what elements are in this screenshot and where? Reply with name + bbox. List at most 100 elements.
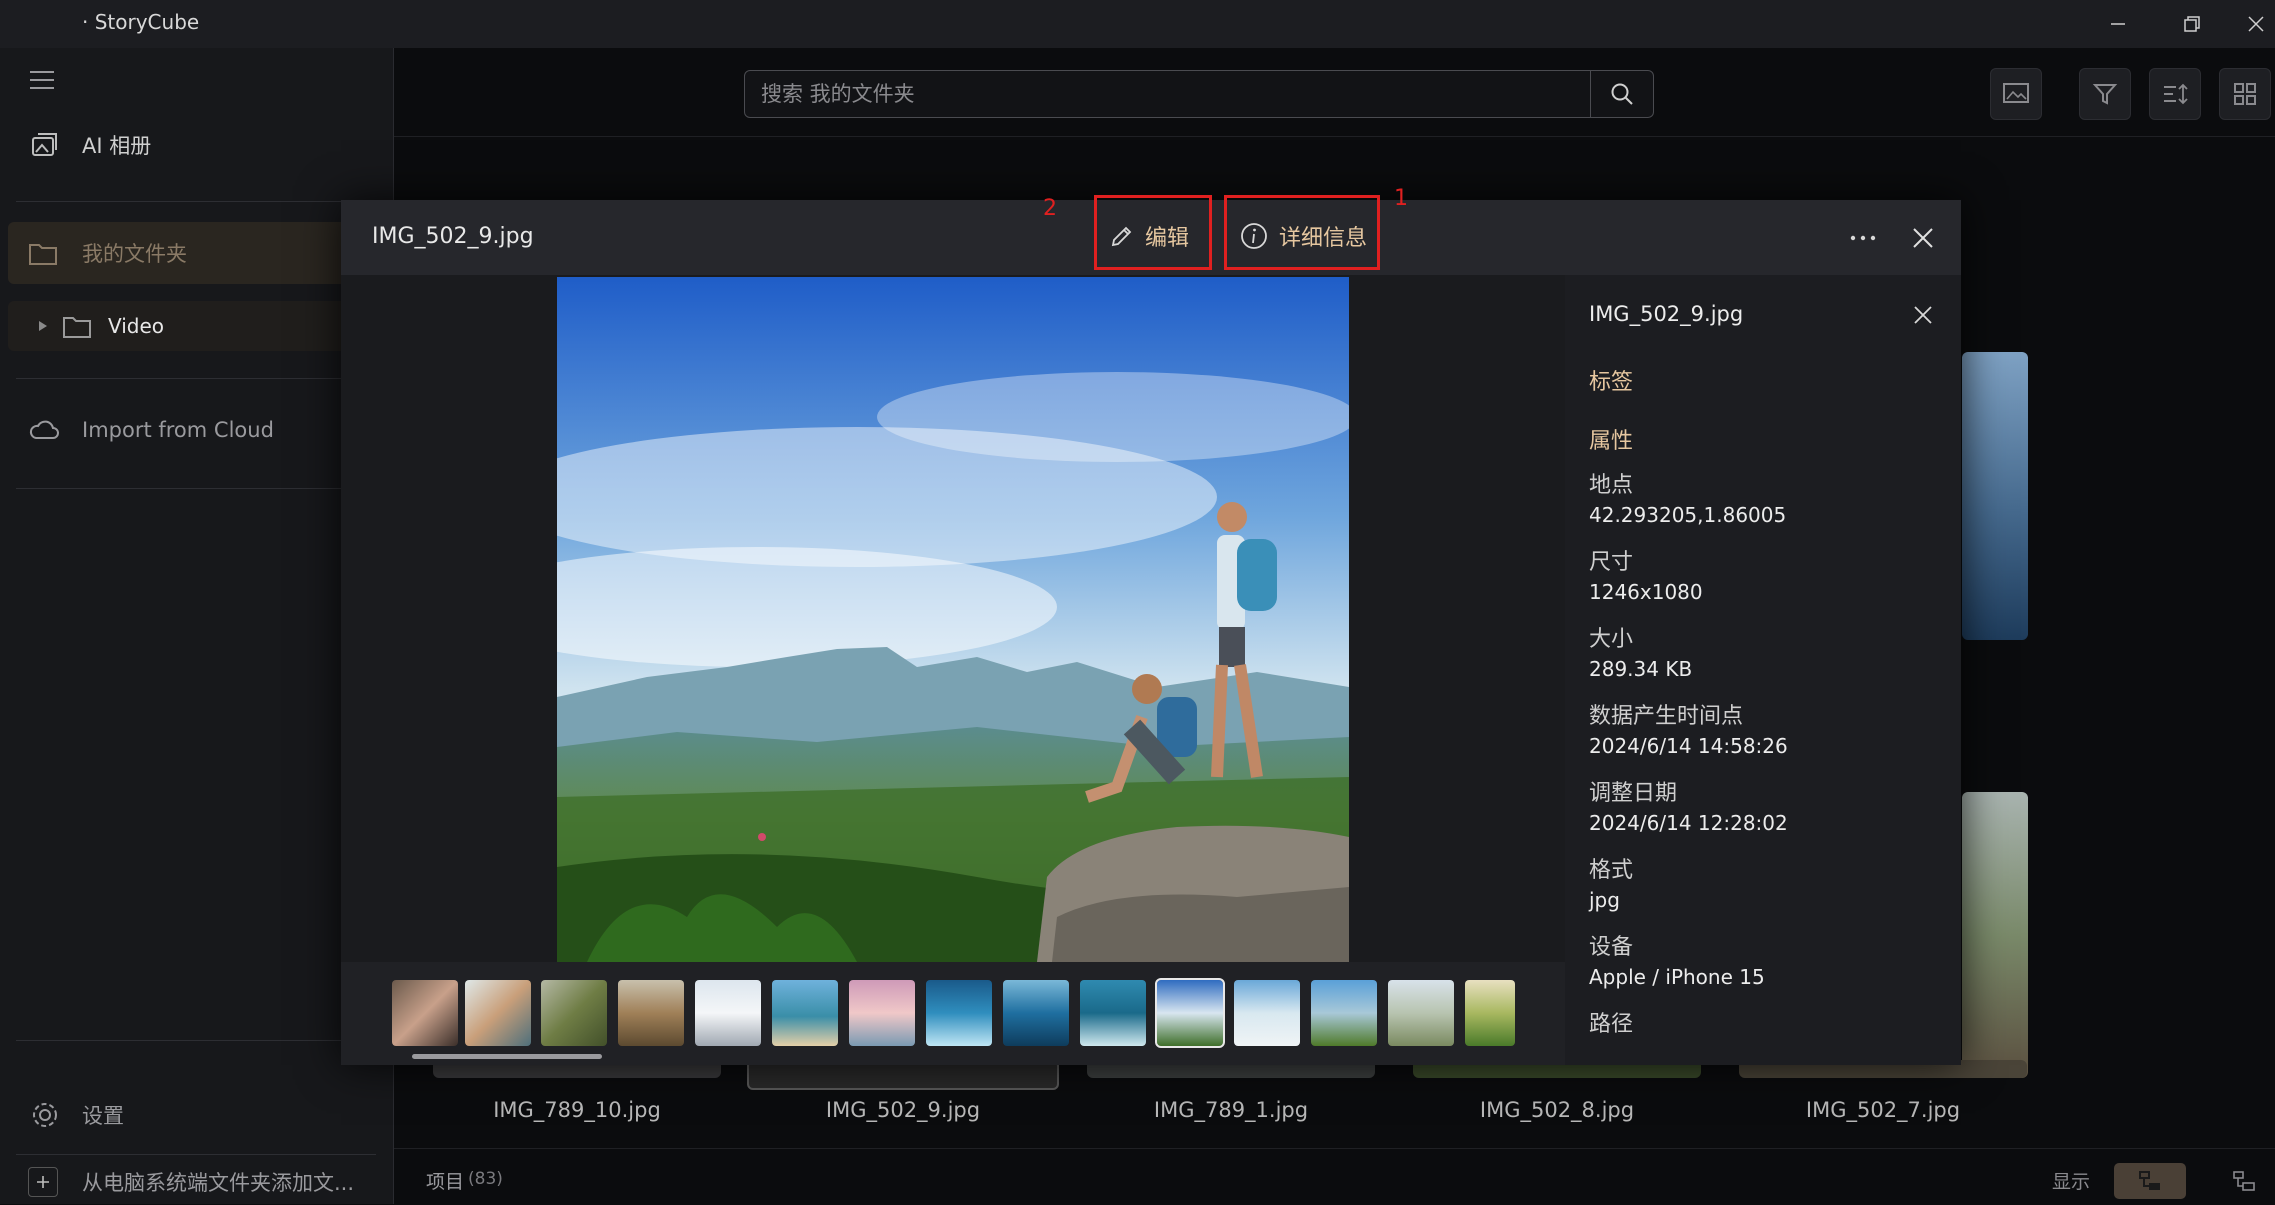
filmstrip-thumbnail[interactable] xyxy=(392,980,458,1046)
filter-icon xyxy=(2092,84,2118,105)
format-value: jpg xyxy=(1589,888,1620,912)
tags-section-label[interactable]: 标签 xyxy=(1589,364,1633,396)
sidebar-item-my-folders[interactable]: 我的文件夹 xyxy=(8,222,378,284)
filmstrip-thumbnail[interactable] xyxy=(1388,980,1454,1046)
filmstrip-thumbnail[interactable] xyxy=(849,980,915,1046)
settings-button[interactable]: 设置 xyxy=(8,1090,378,1140)
more-options-button[interactable] xyxy=(1843,218,1883,258)
divider xyxy=(16,201,376,202)
filmstrip-thumbnail[interactable] xyxy=(465,980,531,1046)
thumbnail-filename: IMG_502_9.jpg xyxy=(825,1098,981,1122)
close-details-button[interactable] xyxy=(1907,299,1939,331)
search-box xyxy=(744,70,1654,118)
filmstrip xyxy=(341,962,1565,1065)
restore-button[interactable] xyxy=(2162,0,2222,48)
details-button[interactable]: 详细信息 xyxy=(1239,216,1367,256)
sidebar-item-label: Video xyxy=(108,314,165,338)
divider xyxy=(16,1040,376,1041)
sort-button[interactable] xyxy=(2149,68,2201,120)
location-label: 地点 xyxy=(1589,473,1634,498)
search-icon xyxy=(1611,83,1633,105)
plus-icon xyxy=(28,1167,58,1197)
details-pane: IMG_502_9.jpg 标签 属性 地点 42.293205,1.86005… xyxy=(1565,275,1961,1065)
main-photo[interactable] xyxy=(557,277,1349,962)
modified-value: 2024/6/14 12:28:02 xyxy=(1589,811,1788,835)
gear-icon xyxy=(33,1103,57,1127)
grid-thumbnail[interactable] xyxy=(1962,792,2028,1078)
list-view-icon xyxy=(2233,1171,2255,1191)
app-title: · StoryCube xyxy=(82,10,200,34)
thumbnail-filename: IMG_502_7.jpg xyxy=(1805,1098,1961,1122)
edit-button[interactable]: 编辑 xyxy=(1109,216,1189,256)
folder-icon xyxy=(29,244,57,265)
sort-icon xyxy=(2164,83,2188,105)
annotation-number: 1 xyxy=(1394,186,1408,211)
dialog-title: IMG_502_9.jpg xyxy=(372,224,534,249)
sidebar-item-label: 我的文件夹 xyxy=(82,242,187,266)
thumbnail-filename: IMG_502_8.jpg xyxy=(1479,1098,1635,1122)
format-label: 格式 xyxy=(1589,858,1634,883)
sidebar: AI 相册 我的文件夹 Video Import from Cloud 设置 从… xyxy=(0,48,394,1204)
close-icon xyxy=(1913,228,1933,248)
filmstrip-thumbnail-selected[interactable] xyxy=(1155,978,1225,1048)
filmstrip-thumbnail[interactable] xyxy=(1234,980,1300,1046)
size-label: 大小 xyxy=(1589,627,1634,652)
thumbnail-filename: IMG_789_10.jpg xyxy=(493,1098,661,1122)
filmstrip-thumbnail[interactable] xyxy=(1465,980,1515,1046)
close-window-button[interactable] xyxy=(2236,0,2275,48)
grid-icon xyxy=(2234,83,2256,105)
sidebar-item-ai-album[interactable]: AI 相册 xyxy=(8,120,378,170)
size-value: 289.34 KB xyxy=(1589,657,1693,681)
sidebar-item-video[interactable]: Video xyxy=(8,301,378,351)
add-folder-label: 从电脑系统端文件夹添加文... xyxy=(82,1171,355,1195)
dimensions-label: 尺寸 xyxy=(1589,550,1634,575)
grid-view-button[interactable] xyxy=(2219,68,2271,120)
annotation-number: 2 xyxy=(1043,196,1057,221)
close-icon xyxy=(1914,306,1932,324)
ai-album-icon xyxy=(32,133,57,156)
close-dialog-button[interactable] xyxy=(1903,218,1943,258)
created-value: 2024/6/14 14:58:26 xyxy=(1589,734,1788,758)
details-label: 详细信息 xyxy=(1279,226,1368,251)
filmstrip-thumbnail[interactable] xyxy=(1080,980,1146,1046)
filmstrip-thumbnail[interactable] xyxy=(695,980,761,1046)
grid-thumbnail[interactable] xyxy=(1962,352,2028,640)
search-button[interactable] xyxy=(1590,71,1653,117)
search-input[interactable] xyxy=(759,79,1603,109)
items-count: (83) xyxy=(468,1169,503,1189)
sidebar-item-import-cloud[interactable]: Import from Cloud xyxy=(8,405,378,455)
properties-section-label: 属性 xyxy=(1589,429,1634,454)
filmstrip-thumbnail[interactable] xyxy=(1311,980,1377,1046)
expand-arrow-icon[interactable] xyxy=(36,319,50,333)
device-label: 设备 xyxy=(1589,935,1634,960)
settings-label: 设置 xyxy=(82,1104,124,1128)
close-icon xyxy=(2247,16,2264,32)
device-value: Apple / iPhone 15 xyxy=(1589,965,1765,989)
status-bar: 项目 (83) 显示 xyxy=(394,1148,2275,1205)
slideshow-button[interactable] xyxy=(1990,68,2042,120)
title-bar: · StoryCube xyxy=(0,0,2275,48)
cloud-icon xyxy=(29,420,59,439)
restore-icon xyxy=(2184,16,2200,32)
list-view-button[interactable] xyxy=(2214,1163,2274,1199)
filmstrip-scrollbar[interactable] xyxy=(412,1054,602,1059)
details-filename: IMG_502_9.jpg xyxy=(1589,302,1744,326)
folder-icon xyxy=(63,317,91,338)
modified-label: 调整日期 xyxy=(1589,781,1678,806)
location-value: 42.293205,1.86005 xyxy=(1589,503,1787,527)
filmstrip-thumbnail[interactable] xyxy=(772,980,838,1046)
tree-view-button[interactable] xyxy=(2114,1163,2186,1199)
filmstrip-thumbnail[interactable] xyxy=(926,980,992,1046)
display-label: 显示 xyxy=(2052,1171,2091,1193)
minimize-button[interactable] xyxy=(2088,0,2148,48)
path-label: 路径 xyxy=(1589,1012,1634,1037)
add-folder-button[interactable]: 从电脑系统端文件夹添加文... xyxy=(8,1160,378,1204)
filter-button[interactable] xyxy=(2079,68,2131,120)
filmstrip-thumbnail[interactable] xyxy=(618,980,684,1046)
hamburger-icon xyxy=(30,71,54,89)
filmstrip-thumbnail[interactable] xyxy=(541,980,607,1046)
filmstrip-thumbnail[interactable] xyxy=(1003,980,1069,1046)
minimize-icon xyxy=(2111,23,2125,25)
hikers-mountain-photo xyxy=(557,277,1349,962)
hamburger-menu-button[interactable] xyxy=(28,68,56,92)
